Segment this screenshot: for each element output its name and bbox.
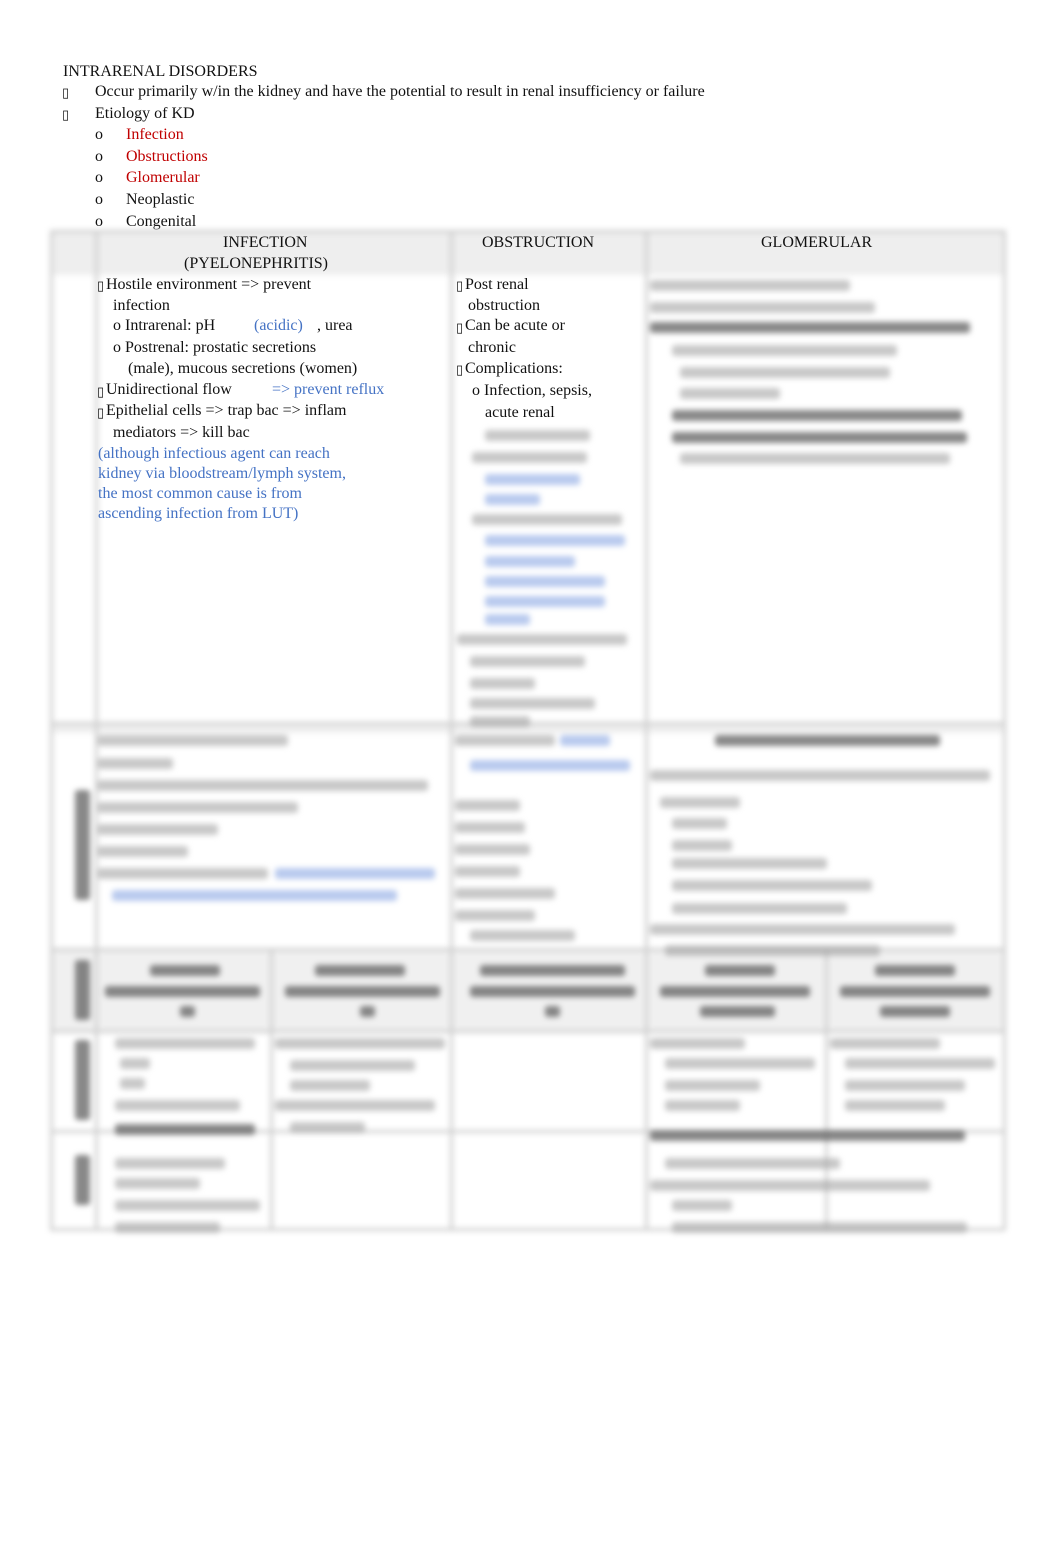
cell-text: o Postrenal: prostatic secretions — [113, 339, 317, 356]
bullet-icon: ▯ — [456, 362, 464, 377]
cell-text: obstruction — [468, 297, 540, 314]
cell-text: chronic — [468, 339, 516, 356]
bullet-icon: ▯ — [97, 278, 105, 293]
cell-text: o Infection, sepsis, — [472, 382, 592, 399]
bullet-icon: ▯ — [456, 278, 464, 293]
cell-text: mediators => kill bac — [113, 424, 250, 441]
col-header-obstruction: OBSTRUCTION — [482, 234, 595, 251]
col-header-infection: INFECTION — [223, 234, 308, 251]
cell-text-highlight: => prevent reflux — [272, 381, 385, 398]
cell-note: kidney via bloodstream/lymph system, — [98, 465, 346, 482]
cell-note: the most common cause is from — [98, 485, 302, 502]
cell-text: o Intrarenal: pH — [113, 317, 216, 334]
cell-text-highlight: (acidic) — [254, 317, 303, 334]
cell-note: (although infectious agent can reach — [98, 445, 330, 462]
cell-text: infection — [113, 297, 170, 314]
cell-note: ascending infection from LUT) — [98, 505, 299, 522]
cell-text: (male), mucous secretions (women) — [128, 360, 358, 377]
col-header-glomerular: GLOMERULAR — [761, 234, 873, 251]
document-page: INTRARENAL DISORDERS ▯ Occur primarily w… — [0, 0, 1062, 1561]
cell-text: Hostile environment => prevent — [106, 276, 312, 293]
cell-text: Post renal — [465, 276, 529, 293]
cell-text: acute renal — [485, 404, 555, 421]
cell-text: Unidirectional flow — [106, 381, 232, 398]
bullet-icon: ▯ — [97, 405, 105, 420]
cell-text: Complications: — [465, 360, 563, 377]
cell-text: , urea — [317, 317, 353, 334]
cell-text: Can be acute or — [465, 317, 565, 334]
bullet-icon: ▯ — [456, 320, 464, 335]
cell-text: Epithelial cells => trap bac => inflam — [106, 402, 347, 419]
bullet-icon: ▯ — [97, 384, 105, 399]
col-header-infection-sub: (PYELONEPHRITIS) — [184, 255, 328, 272]
